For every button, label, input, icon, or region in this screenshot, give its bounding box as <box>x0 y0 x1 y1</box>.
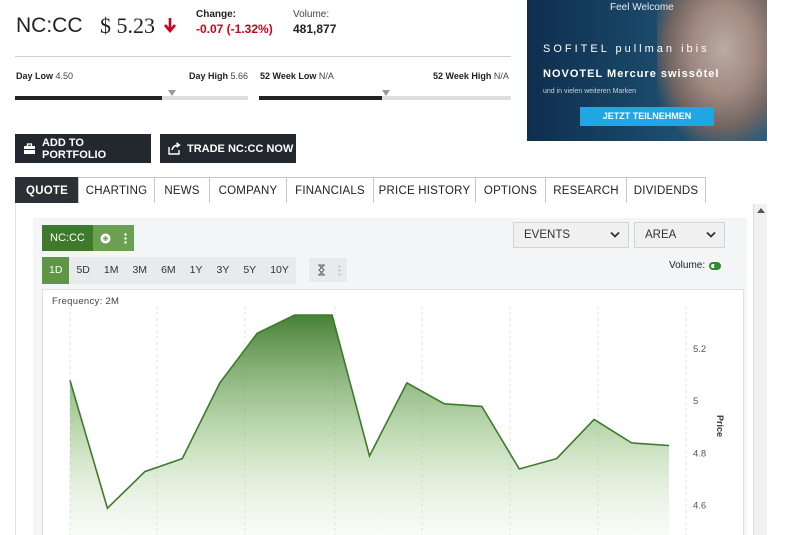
y-tick-label: 5 <box>693 396 698 407</box>
y-tick-label: 5.2 <box>693 344 706 355</box>
y-tick-label: 4.8 <box>693 448 706 459</box>
y-tick-label: 4.6 <box>693 501 706 512</box>
price-chart[interactable]: 5.2 5 4.8 4.6 Price <box>0 0 812 535</box>
y-axis-title: Price <box>715 415 725 437</box>
price-area-fill <box>70 315 669 535</box>
